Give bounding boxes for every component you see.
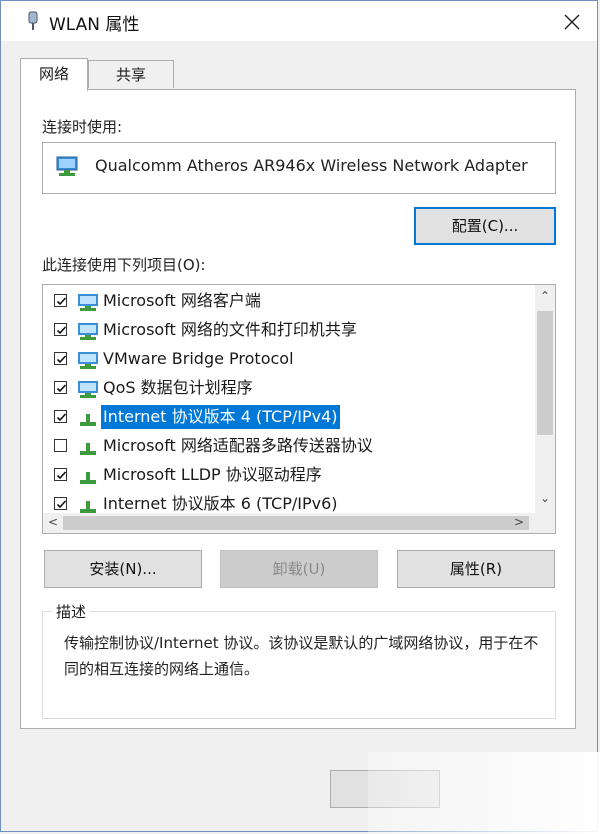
vertical-scrollbar[interactable]: ⌃ ⌄ bbox=[535, 285, 555, 513]
adapter-display: Qualcomm Atheros AR946x Wireless Network… bbox=[42, 142, 556, 194]
items-label: 此连接使用下列项目(O): bbox=[42, 256, 206, 274]
adapter-name: Qualcomm Atheros AR946x Wireless Network… bbox=[95, 156, 528, 175]
item-label: Internet 协议版本 4 (TCP/IPv4) bbox=[101, 405, 340, 429]
list-item[interactable]: QoS 数据包计划程序 bbox=[43, 374, 529, 403]
item-label: Microsoft 网络客户端 bbox=[103, 291, 261, 310]
protocol-icon bbox=[80, 414, 96, 426]
item-label: Microsoft 网络适配器多路传送器协议 bbox=[103, 436, 373, 455]
description-text: 传输控制协议/Internet 协议。该协议是默认的广域网络协议，用于在不同的相… bbox=[64, 634, 539, 678]
item-checkbox[interactable] bbox=[54, 410, 67, 423]
checkmark-icon bbox=[56, 413, 67, 422]
checkmark-icon bbox=[56, 471, 67, 480]
properties-button[interactable]: 属性(R) bbox=[397, 550, 555, 588]
item-checkbox[interactable] bbox=[54, 294, 67, 307]
checkmark-icon bbox=[56, 500, 67, 509]
protocol-icon bbox=[80, 443, 96, 455]
scroll-up-icon[interactable]: ⌃ bbox=[535, 289, 555, 303]
tab-sharing[interactable]: 共享 bbox=[88, 60, 174, 88]
list-item[interactable]: Microsoft 网络客户端 bbox=[43, 287, 529, 316]
vertical-scroll-thumb[interactable] bbox=[537, 311, 553, 435]
item-checkbox[interactable] bbox=[54, 352, 67, 365]
watermark-overlay bbox=[368, 752, 600, 834]
list-item[interactable]: Internet 协议版本 4 (TCP/IPv4) bbox=[43, 403, 529, 432]
scroll-left-icon[interactable]: < bbox=[43, 515, 63, 529]
network-client-icon bbox=[78, 294, 98, 311]
network-client-icon bbox=[78, 352, 98, 369]
horizontal-scrollbar[interactable]: < > bbox=[43, 513, 555, 533]
item-checkbox[interactable] bbox=[54, 439, 67, 452]
protocol-icon bbox=[80, 472, 96, 484]
checkmark-icon bbox=[56, 297, 67, 306]
checkmark-icon bbox=[56, 326, 67, 335]
item-label: QoS 数据包计划程序 bbox=[103, 378, 253, 397]
scroll-right-icon[interactable]: > bbox=[509, 515, 529, 529]
protocol-icon bbox=[80, 501, 96, 513]
network-adapter-icon bbox=[28, 11, 38, 30]
item-checkbox[interactable] bbox=[54, 323, 67, 336]
scroll-down-icon[interactable]: ⌄ bbox=[535, 491, 555, 505]
configure-button[interactable]: 配置(C)... bbox=[414, 207, 556, 245]
network-adapter-icon bbox=[56, 156, 78, 176]
title-bar: WLAN 属性 bbox=[1, 1, 597, 41]
item-checkbox[interactable] bbox=[54, 381, 67, 394]
uninstall-button[interactable]: 卸载(U) bbox=[220, 550, 378, 588]
item-label: VMware Bridge Protocol bbox=[103, 349, 294, 368]
window-title: WLAN 属性 bbox=[49, 15, 140, 35]
close-icon[interactable] bbox=[557, 7, 587, 37]
item-checkbox[interactable] bbox=[54, 497, 67, 510]
tab-network[interactable]: 网络 bbox=[20, 58, 88, 91]
checkmark-icon bbox=[56, 384, 67, 393]
item-checkbox[interactable] bbox=[54, 468, 67, 481]
list-item[interactable]: Microsoft 网络适配器多路传送器协议 bbox=[43, 432, 529, 461]
install-button[interactable]: 安装(N)... bbox=[44, 550, 202, 588]
components-list[interactable]: Microsoft 网络客户端 Microsoft 网络的文件和打印机共享 VM… bbox=[42, 284, 556, 534]
item-label: Microsoft LLDP 协议驱动程序 bbox=[103, 465, 322, 484]
horizontal-scroll-thumb[interactable] bbox=[63, 516, 529, 530]
list-item[interactable]: VMware Bridge Protocol bbox=[43, 345, 529, 374]
list-item[interactable]: Microsoft 网络的文件和打印机共享 bbox=[43, 316, 529, 345]
network-client-icon bbox=[78, 323, 98, 340]
item-label: Microsoft 网络的文件和打印机共享 bbox=[103, 320, 357, 339]
network-client-icon bbox=[78, 381, 98, 398]
connect-using-label: 连接时使用: bbox=[42, 118, 123, 136]
list-item[interactable]: Microsoft LLDP 协议驱动程序 bbox=[43, 461, 529, 490]
description-title: 描述 bbox=[52, 601, 91, 622]
checkmark-icon bbox=[56, 355, 67, 364]
